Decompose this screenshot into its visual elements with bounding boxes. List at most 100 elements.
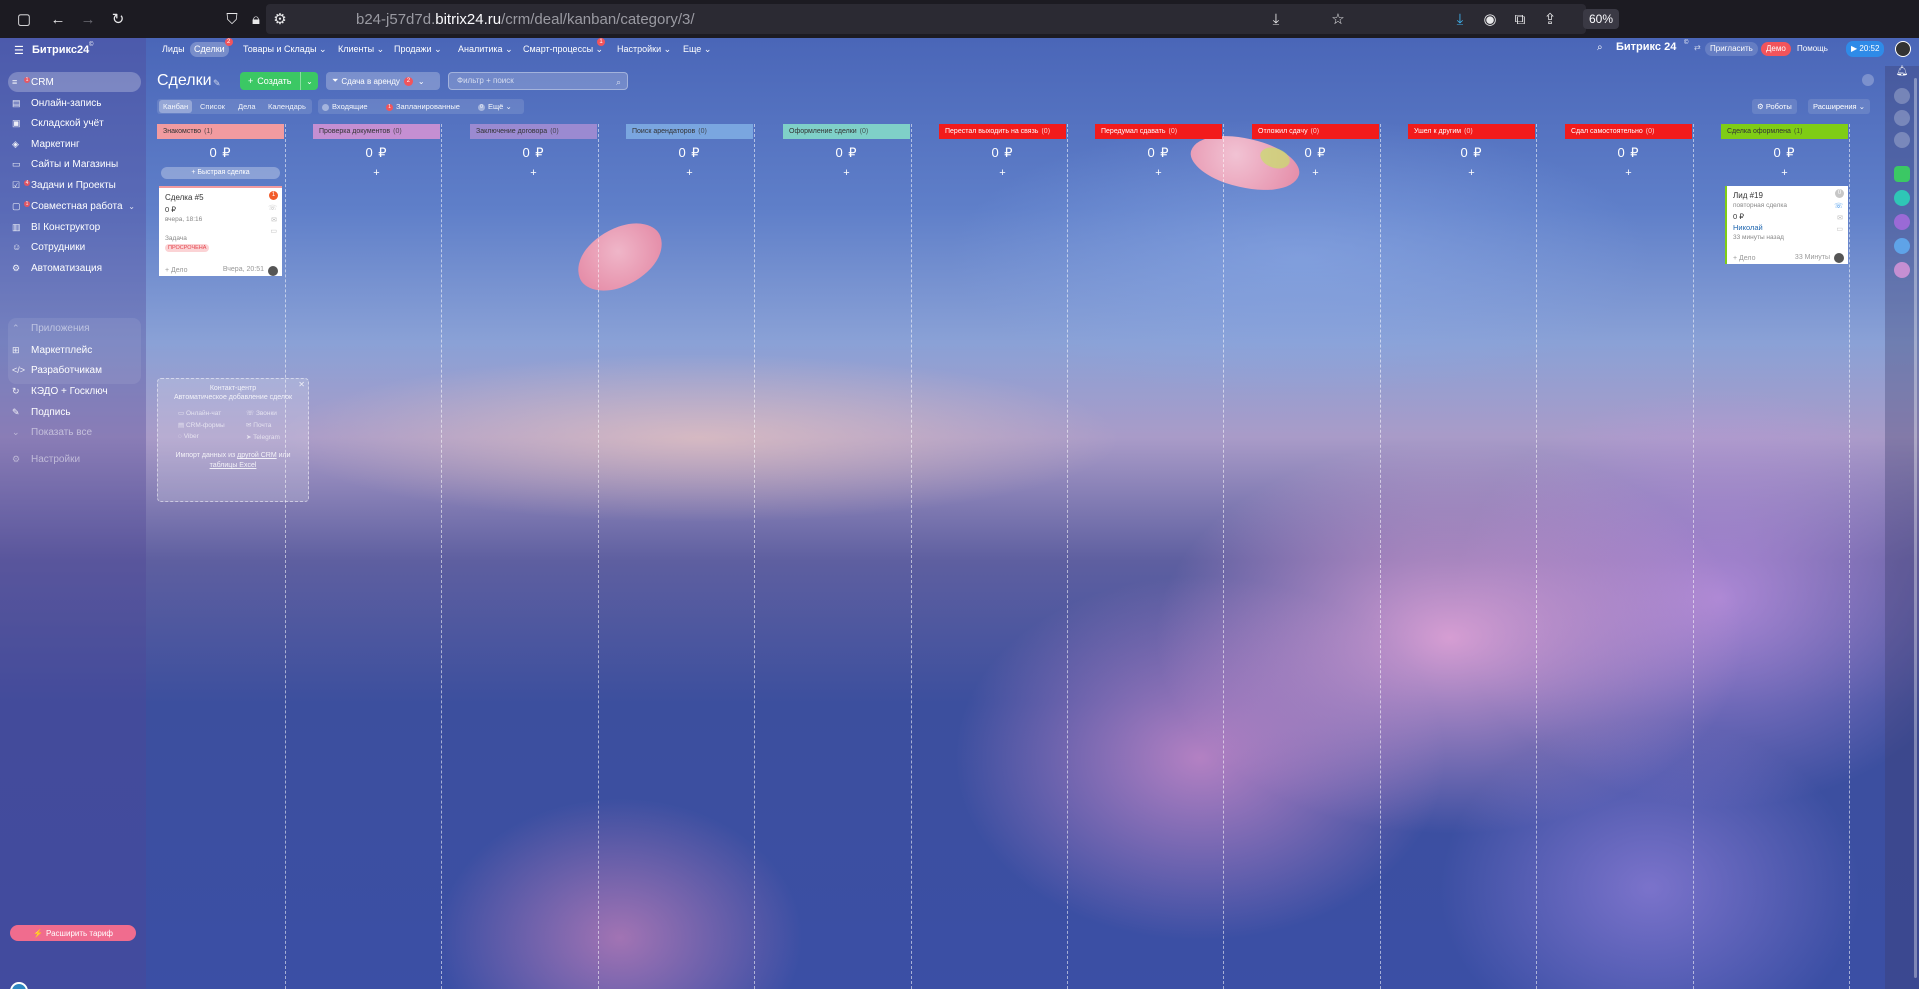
sidebar-show-all[interactable]: ⌄ Показать все (8, 422, 141, 442)
sidebar-item-tasks[interactable]: ☑ 4 Задачи и Проекты (8, 175, 141, 195)
contact-icon[interactable] (1894, 262, 1910, 278)
stage-header[interactable]: Сделка оформлена (1) (1721, 124, 1848, 139)
reload-icon[interactable]: ↻ (108, 9, 128, 29)
help-button[interactable]: Помощь (1792, 42, 1833, 56)
zoom-level[interactable]: 60% (1583, 9, 1620, 29)
pin-icon[interactable]: ✎ (213, 78, 221, 89)
add-activity-button[interactable]: + Дело (1733, 255, 1756, 262)
stage-header[interactable]: Передумал сдавать (0) (1095, 124, 1222, 139)
nav-products[interactable]: Товары и Склады ⌄ (239, 42, 331, 57)
cc-channel-forms[interactable]: ▤ CRM-формы (178, 421, 225, 429)
create-dropdown-button[interactable]: ⌄ (300, 72, 318, 90)
demo-button[interactable]: Демо (1761, 42, 1791, 56)
sidebar-item-developers[interactable]: </> Разработчикам (8, 360, 141, 380)
sidebar-item-marketplace[interactable]: ⊞ Маркетплейс (8, 340, 141, 360)
chevron-down-icon[interactable]: ⌄ (128, 202, 135, 211)
phone-icon[interactable]: ☏ (1834, 202, 1843, 210)
sidebar-item-settings[interactable]: ⚙ Настройки (8, 449, 141, 469)
add-card-icon[interactable]: + (470, 167, 597, 179)
add-card-icon[interactable]: + (939, 167, 1066, 179)
contact-icon[interactable] (1894, 214, 1910, 230)
upgrade-plan-button[interactable]: ⚡ Расширить тариф (10, 925, 136, 941)
user-avatar[interactable] (1895, 41, 1911, 57)
cc-import-crm-link[interactable]: другой CRM (237, 452, 277, 459)
stage-header[interactable]: Отложил сдачу (0) (1252, 124, 1379, 139)
scrollbar[interactable] (1914, 78, 1917, 978)
add-card-icon[interactable]: + (1721, 167, 1848, 179)
cc-channel-chat[interactable]: ▭ Онлайн-чат (178, 409, 221, 417)
cc-import-excel-link[interactable]: таблицы Excel (158, 462, 308, 469)
counter-more[interactable]: 0 Ещё ⌄ (478, 100, 512, 113)
add-card-icon[interactable]: + (1565, 167, 1692, 179)
back-icon[interactable]: ← (48, 9, 68, 29)
quick-deal-button[interactable]: + Быстрая сделка (161, 167, 280, 179)
sidebar-group-apps[interactable]: ⌃ Приложения (8, 318, 141, 338)
avatar[interactable] (268, 266, 278, 276)
add-card-icon[interactable]: + (1095, 167, 1222, 179)
card-contact[interactable]: Николай (1733, 223, 1763, 232)
chat-app-icon[interactable] (1894, 166, 1910, 182)
sidebar-toggle-icon[interactable]: ▢ (14, 9, 34, 29)
cc-channel-calls[interactable]: ☏ Звонки (246, 409, 277, 417)
timeman-button[interactable]: ▶ 20:52 (1846, 41, 1885, 57)
rail-button[interactable] (1894, 110, 1910, 126)
add-card-icon[interactable]: + (313, 167, 440, 179)
tab-activities[interactable]: Дела (234, 100, 260, 113)
add-card-icon[interactable]: + (783, 167, 910, 179)
burger-menu-icon[interactable]: ☰ (14, 44, 24, 57)
deal-card[interactable]: Сделка #5 1 0 ₽ вчера, 18:16 ☏ ✉ ▭ Задач… (159, 186, 282, 276)
nav-leads[interactable]: Лиды (158, 42, 189, 57)
address-bar[interactable]: ⛉ 🔒︎ ⚙︎ b24-j57d7d.bitrix24.ru/crm/deal/… (226, 4, 1586, 34)
sidebar-item-automation[interactable]: ⚙ Автоматизация (8, 258, 141, 278)
account-icon[interactable]: ◉ (1480, 9, 1500, 29)
sidebar-item-booking[interactable]: ▤ Онлайн-запись (8, 93, 141, 113)
chat-icon[interactable]: ▭ (1836, 225, 1843, 233)
nav-more[interactable]: Еще ⌄ (679, 42, 715, 57)
stage-header[interactable]: Сдал самостоятельно (0) (1565, 124, 1692, 139)
logo[interactable]: Битрикс24 (32, 44, 89, 56)
nav-smart-processes[interactable]: Смарт-процессы ⌄ 1 (519, 38, 607, 57)
sidebar-item-sites[interactable]: ▭ Сайты и Магазины (8, 154, 141, 174)
invite-button[interactable]: Пригласить (1705, 42, 1758, 56)
chat-icon[interactable]: ▭ (270, 227, 277, 235)
add-card-icon[interactable]: + (626, 167, 753, 179)
phone-icon[interactable]: ☏ (268, 204, 277, 212)
add-activity-button[interactable]: + Дело (165, 267, 188, 274)
card-title[interactable]: Лид #19 (1733, 191, 1763, 200)
deal-card[interactable]: Лид #19 0 повторная сделка 0 ₽ Николай 3… (1725, 186, 1848, 264)
downloads-icon[interactable]: ⤓ (1450, 9, 1470, 29)
rail-button[interactable] (1894, 88, 1910, 104)
filter-search-input[interactable]: Фильтр + поиск ⌕ (448, 72, 628, 90)
nav-clients[interactable]: Клиенты ⌄ (334, 42, 388, 57)
sidebar-item-collaboration[interactable]: ▢ 1 Совместная работа ⌄ (8, 196, 141, 216)
stage-header[interactable]: Заключение договора (0) (470, 124, 597, 139)
contact-icon[interactable] (1894, 190, 1910, 206)
mail-icon[interactable]: ✉ (271, 216, 277, 224)
card-title[interactable]: Сделка #5 (165, 193, 204, 202)
pipeline-selector[interactable]: ⏷ Сдача в аренду 2 ⌄ (326, 72, 440, 90)
extensions-button[interactable]: Расширения ⌄ (1808, 99, 1871, 114)
rail-button[interactable] (1894, 132, 1910, 148)
stage-header[interactable]: Поиск арендаторов (0) (626, 124, 753, 139)
search-icon[interactable]: ⌕ (1597, 42, 1603, 53)
nav-deals[interactable]: Сделки 2 (190, 38, 233, 57)
robots-button[interactable]: ⚙ Роботы (1752, 99, 1797, 114)
search-icon[interactable]: ⌕ (616, 74, 621, 90)
mail-icon[interactable]: ✉ (1837, 214, 1843, 222)
bell-icon[interactable]: 🔔︎ (1894, 66, 1910, 82)
stage-header[interactable]: Перестал выходить на связь (0) (939, 124, 1066, 139)
contact-icon[interactable] (1894, 238, 1910, 254)
stage-header[interactable]: Оформление сделки (0) (783, 124, 910, 139)
sidebar-item-crm[interactable]: ≡ 1 CRM (8, 72, 141, 92)
nav-sales[interactable]: Продажи ⌄ (390, 42, 446, 57)
add-card-icon[interactable]: + (1252, 167, 1379, 179)
avatar[interactable] (1834, 253, 1844, 263)
extensions-icon[interactable]: ⧉ (1510, 9, 1530, 29)
download-page-icon[interactable]: ⤓ (1266, 9, 1286, 29)
sidebar-item-kedo[interactable]: ↻ КЭДО + Госключ (8, 381, 141, 401)
swap-icon[interactable]: ⇄ (1694, 43, 1701, 52)
settings-gear-icon[interactable] (1862, 74, 1874, 86)
sidebar-item-inventory[interactable]: ▣ Складской учёт (8, 113, 141, 133)
counter-planned[interactable]: 1 Запланированные (386, 100, 460, 113)
tab-list[interactable]: Список (196, 100, 229, 113)
